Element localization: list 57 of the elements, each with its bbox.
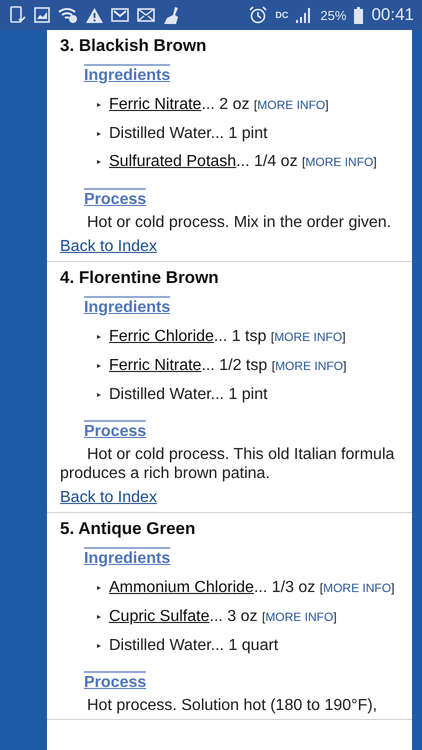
ingredients-heading: Ingredients xyxy=(84,64,170,85)
signal-icon xyxy=(296,7,312,23)
back-to-index-link[interactable]: Back to Index xyxy=(60,238,157,256)
ingredient-item: Ferric Chloride... 1 tsp [MORE INFO] xyxy=(109,327,346,347)
data-indicator: DC xyxy=(275,10,288,20)
ingredient-item: Ferric Nitrate... 2 oz [MORE INFO] xyxy=(109,95,329,115)
bullet-icon xyxy=(97,364,101,368)
ingredient-item: Distilled Water... 1 pint xyxy=(109,385,268,404)
bullet-icon xyxy=(97,132,101,136)
more-info-link[interactable]: MORE INFO xyxy=(265,610,334,624)
ingredients-heading: Ingredients xyxy=(84,296,170,317)
broom-icon xyxy=(163,6,181,24)
alarm-icon xyxy=(249,6,268,24)
ingredient-item: Distilled Water... 1 pint xyxy=(109,124,268,143)
bullet-icon xyxy=(97,335,101,339)
recipe-title: 5. Antique Green xyxy=(60,519,196,539)
process-heading: Process xyxy=(84,420,146,441)
ingredient-link[interactable]: Ferric Chloride xyxy=(109,328,214,345)
wifi-question-icon xyxy=(58,7,78,23)
image-icon xyxy=(34,7,50,23)
battery-percent: 25% xyxy=(320,8,346,22)
more-info-link[interactable]: MORE INFO xyxy=(323,581,392,595)
ingredient-item: Distilled Water... 1 quart xyxy=(109,636,278,655)
bullet-icon xyxy=(97,393,101,397)
ingredient-link[interactable]: Ammonium Chloride xyxy=(109,579,254,596)
bullet-icon xyxy=(97,644,101,648)
more-info-link[interactable]: MORE INFO xyxy=(257,98,326,112)
process-heading: Process xyxy=(84,188,146,209)
ingredient-item: Sulfurated Potash... 1/4 oz [MORE INFO] xyxy=(109,152,377,172)
ingredient-item: Ammonium Chloride... 1/3 oz [MORE INFO] xyxy=(109,578,394,598)
ingredient-item: Cupric Sulfate... 3 oz [MORE INFO] xyxy=(109,607,337,627)
mail-m-icon xyxy=(111,8,129,22)
process-text: Hot or cold process. This old Italian formula produces a rich brown patina. xyxy=(60,445,396,483)
ingredients-heading: Ingredients xyxy=(84,547,170,568)
recipe-title: 3. Blackish Brown xyxy=(60,36,208,56)
bullet-icon xyxy=(97,103,101,107)
ingredient-link[interactable]: Ferric Nitrate xyxy=(109,357,202,374)
bullet-icon xyxy=(97,615,101,619)
envelope-icon xyxy=(137,8,155,22)
process-text: Hot or cold process. Mix in the order given. xyxy=(86,213,392,232)
back-to-index-link[interactable]: Back to Index xyxy=(60,489,157,507)
more-info-link[interactable]: MORE INFO xyxy=(275,359,344,373)
more-info-link[interactable]: MORE INFO xyxy=(305,155,374,169)
tablet-check-icon xyxy=(10,6,26,24)
ingredient-link[interactable]: Sulfurated Potash xyxy=(109,153,236,170)
bullet-icon xyxy=(97,586,101,590)
ingredient-link[interactable]: Cupric Sulfate xyxy=(109,608,210,625)
more-info-link[interactable]: MORE INFO xyxy=(274,330,342,344)
clock-time: 00:41 xyxy=(371,5,414,25)
battery-icon xyxy=(354,6,364,24)
ingredient-item: Ferric Nitrate... 1/2 tsp [MORE INFO] xyxy=(109,356,346,376)
recipe-title: 4. Florentine Brown xyxy=(60,268,220,288)
warning-icon xyxy=(86,8,103,22)
process-heading: Process xyxy=(84,671,146,692)
ingredient-link[interactable]: Ferric Nitrate xyxy=(109,96,202,113)
bullet-icon xyxy=(97,160,101,164)
process-text: Hot process. Solution hot (180 to 190°F), xyxy=(86,696,378,715)
